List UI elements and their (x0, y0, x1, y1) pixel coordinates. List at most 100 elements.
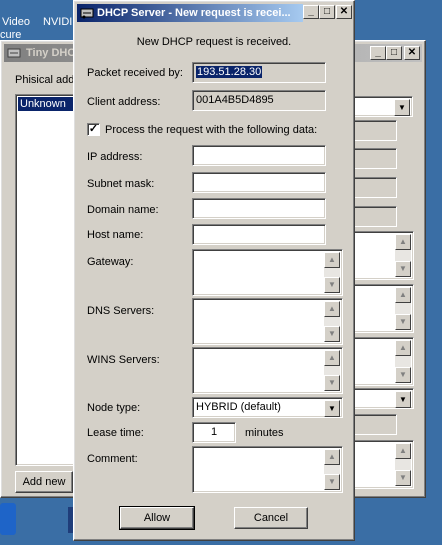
comment-textarea[interactable]: ▲ ▼ (192, 446, 343, 493)
chevron-down-icon[interactable]: ▼ (395, 391, 411, 408)
bg-textarea[interactable]: ▲ ▼ (351, 440, 414, 489)
bg-field (351, 120, 397, 141)
maximize-icon: □ (390, 47, 398, 58)
down-arrow-glyph: ▼ (328, 404, 336, 413)
scroll-up-icon[interactable]: ▲ (324, 252, 340, 268)
scrollbar[interactable]: ▲ ▼ (324, 350, 340, 391)
chevron-down-icon[interactable]: ▼ (324, 400, 340, 417)
dhcp-request-dialog: DHCP Server - New request is recei... _ … (73, 0, 355, 541)
client-address-field[interactable]: 001A4B5D4895 (192, 90, 326, 111)
bg-field (351, 414, 397, 435)
chevron-down-icon[interactable]: ▼ (394, 99, 410, 116)
maximize-button[interactable]: □ (319, 5, 335, 19)
close-icon: ✕ (339, 6, 349, 17)
down-arrow-glyph: ▼ (399, 395, 407, 404)
scroll-up-icon[interactable]: ▲ (395, 234, 411, 250)
process-request-label[interactable]: Process the request with the following d… (105, 124, 317, 136)
up-glyph: ▲ (328, 452, 336, 461)
minimize-button[interactable]: _ (370, 46, 386, 60)
desktop-icon-label-video[interactable]: Video (2, 16, 30, 28)
packet-received-value: 193.51.28.30 (196, 66, 263, 78)
dialog-titlebar[interactable]: DHCP Server - New request is recei... (77, 4, 303, 22)
checkmark-icon: ✓ (88, 123, 99, 135)
client-address-value: 001A4B5D4895 (196, 94, 274, 106)
up-glyph: ▲ (328, 255, 336, 264)
lease-time-unit: minutes (245, 427, 284, 439)
bg-field (351, 177, 397, 198)
cancel-button[interactable]: Cancel (234, 507, 308, 529)
scroll-down-icon[interactable]: ▼ (324, 474, 340, 490)
close-button[interactable]: ✕ (336, 5, 352, 19)
add-new-button[interactable]: Add new (15, 471, 73, 493)
scroll-down-icon[interactable]: ▼ (395, 367, 411, 383)
scrollbar[interactable]: ▲ ▼ (324, 301, 340, 342)
gateway-textarea[interactable]: ▲ ▼ (192, 249, 343, 296)
scroll-up-icon[interactable]: ▲ (395, 340, 411, 356)
up-glyph: ▲ (399, 237, 407, 246)
down-glyph: ▼ (328, 280, 336, 289)
host-name-label: Host name: (87, 229, 144, 241)
scroll-down-icon[interactable]: ▼ (395, 314, 411, 330)
node-type-value: HYBRID (default) (196, 401, 281, 413)
scrollbar[interactable]: ▲ ▼ (395, 443, 411, 486)
lease-time-value: 1 (211, 426, 218, 438)
scroll-up-icon[interactable]: ▲ (324, 449, 340, 465)
host-name-input[interactable] (192, 224, 326, 245)
minimize-icon: _ (308, 6, 314, 17)
subnet-mask-input[interactable] (192, 172, 326, 193)
list-item[interactable]: Unknown (18, 97, 74, 111)
bg-combo[interactable]: ▼ (351, 388, 414, 409)
scrollbar[interactable]: ▲ ▼ (324, 252, 340, 293)
up-glyph: ▲ (399, 446, 407, 455)
bg-combo[interactable]: ▼ (351, 96, 413, 117)
scrollbar[interactable]: ▲ ▼ (395, 287, 411, 330)
ip-address-input[interactable] (192, 145, 326, 166)
lease-time-input[interactable]: 1 (192, 422, 236, 443)
scrollbar[interactable]: ▲ ▼ (395, 340, 411, 383)
scroll-up-icon[interactable]: ▲ (324, 350, 340, 366)
minimize-button[interactable]: _ (303, 5, 319, 19)
scroll-down-icon[interactable]: ▼ (324, 375, 340, 391)
close-button[interactable]: ✕ (404, 46, 420, 60)
scroll-down-icon[interactable]: ▼ (395, 470, 411, 486)
dns-servers-textarea[interactable]: ▲ ▼ (192, 298, 343, 345)
scroll-up-icon[interactable]: ▲ (395, 443, 411, 459)
down-arrow-glyph: ▼ (398, 103, 406, 112)
up-glyph: ▲ (399, 343, 407, 352)
allow-button[interactable]: Allow (119, 506, 195, 530)
process-request-checkbox[interactable]: ✓ (87, 123, 100, 136)
scroll-down-icon[interactable]: ▼ (395, 261, 411, 277)
bg-textarea[interactable]: ▲ ▼ (351, 337, 414, 386)
wins-servers-textarea[interactable]: ▲ ▼ (192, 347, 343, 394)
node-type-select[interactable]: HYBRID (default) ▼ (192, 397, 343, 418)
minimize-icon: _ (375, 47, 381, 58)
comment-label: Comment: (87, 453, 138, 465)
domain-name-input[interactable] (192, 198, 326, 219)
bg-textarea[interactable]: ▲ ▼ (351, 231, 414, 280)
down-glyph: ▼ (328, 329, 336, 338)
scroll-down-icon[interactable]: ▼ (324, 277, 340, 293)
packet-received-field[interactable]: 193.51.28.30 (192, 62, 326, 83)
lease-time-label: Lease time: (87, 427, 144, 439)
scrollbar[interactable]: ▲ ▼ (395, 234, 411, 277)
subnet-mask-label: Subnet mask: (87, 178, 155, 190)
scroll-down-icon[interactable]: ▼ (324, 326, 340, 342)
bg-field (351, 148, 397, 169)
maximize-button[interactable]: □ (386, 46, 402, 60)
desktop-icon-label-nvidia[interactable]: NVIDI (43, 16, 72, 28)
node-type-label: Node type: (87, 402, 141, 414)
packet-received-label: Packet received by: (87, 67, 183, 79)
scrollbar[interactable]: ▲ ▼ (324, 449, 340, 490)
up-glyph: ▲ (399, 290, 407, 299)
dns-servers-label: DNS Servers: (87, 305, 155, 317)
desktop-app-icon[interactable] (0, 503, 16, 535)
bg-textarea[interactable]: ▲ ▼ (351, 284, 414, 333)
down-glyph: ▼ (399, 473, 407, 482)
mac-address-list[interactable]: Unknown (15, 94, 77, 466)
scroll-up-icon[interactable]: ▲ (395, 287, 411, 303)
down-glyph: ▼ (399, 370, 407, 379)
down-glyph: ▼ (328, 477, 336, 486)
scroll-up-icon[interactable]: ▲ (324, 301, 340, 317)
ip-address-label: IP address: (87, 151, 143, 163)
gateway-label: Gateway: (87, 256, 134, 268)
